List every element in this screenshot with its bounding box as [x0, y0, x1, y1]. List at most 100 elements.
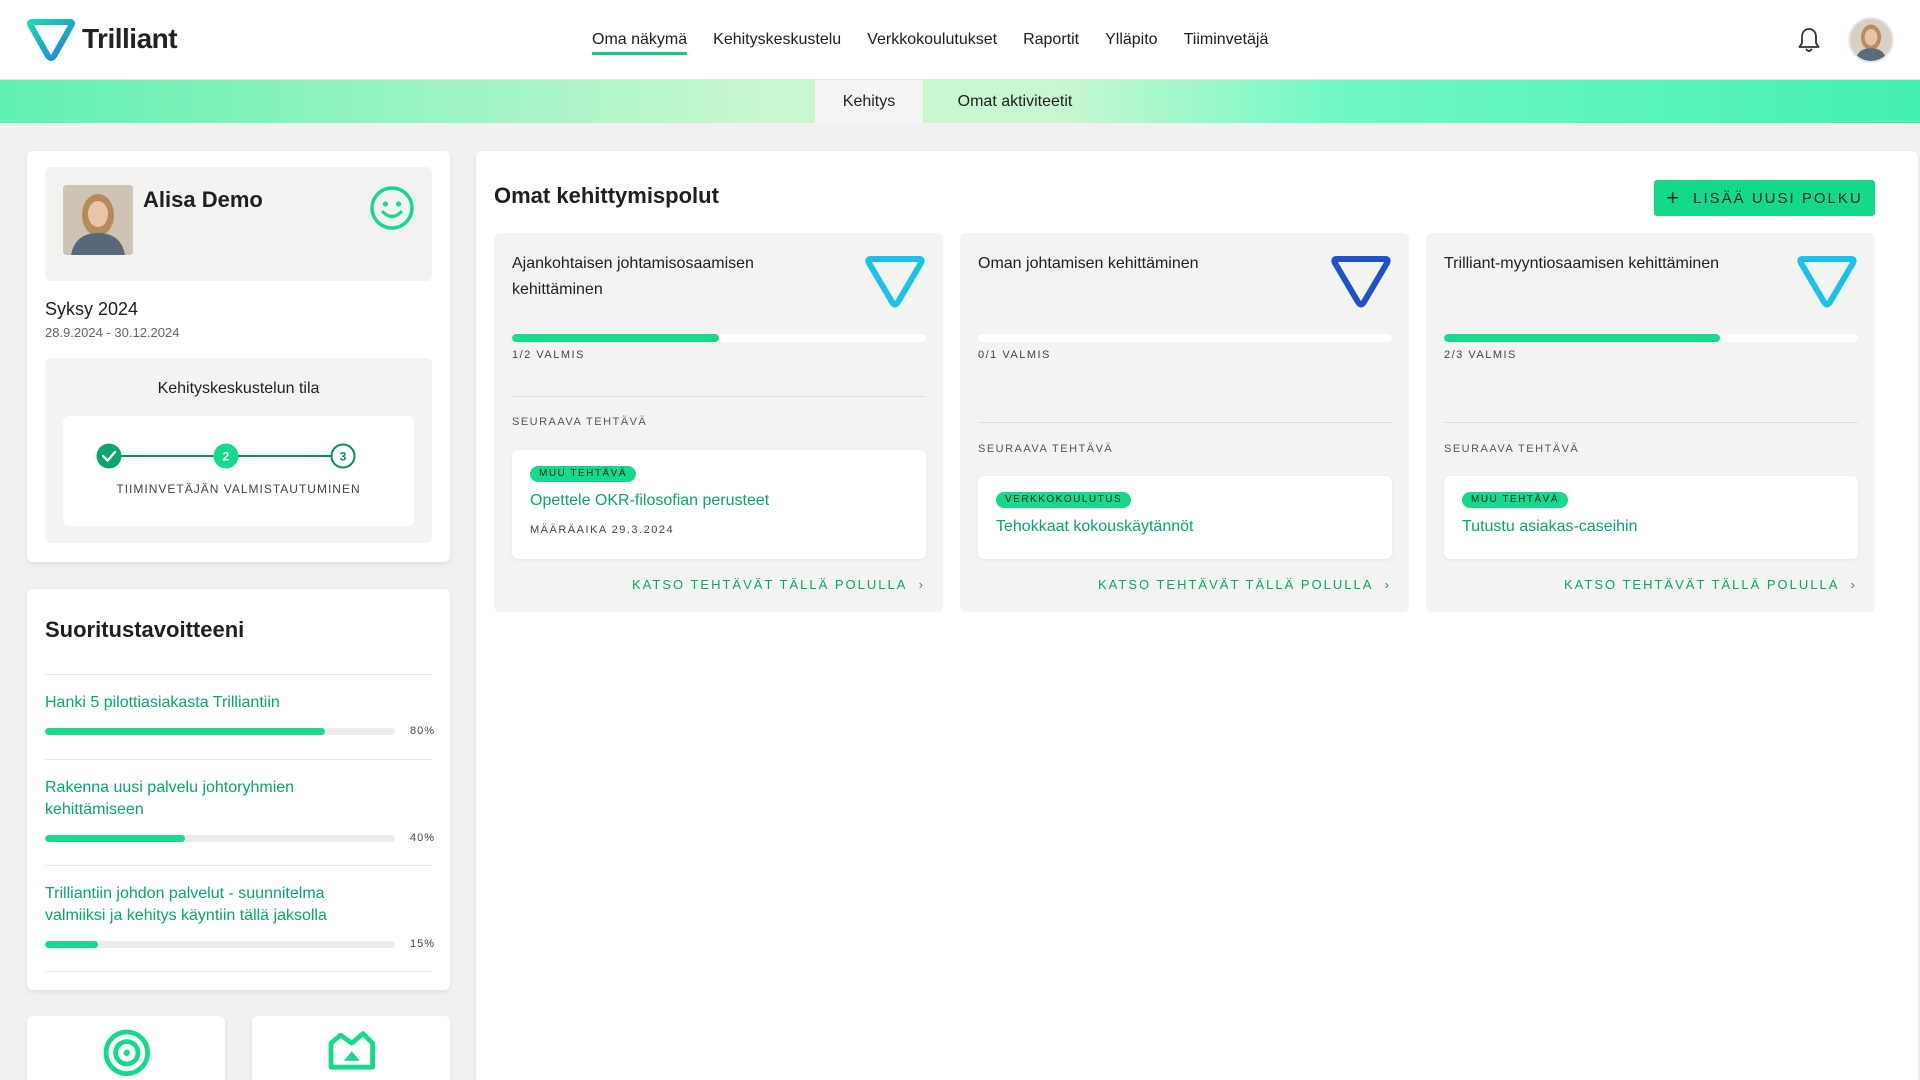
goals-divider: [45, 674, 432, 675]
chevron-right-icon: ›: [1850, 577, 1857, 592]
profile-header: Alisa Demo: [45, 167, 432, 281]
goals-divider: [45, 865, 432, 866]
target-icon: [103, 1029, 150, 1076]
current-step-caption: TIIMINVETÄJÄN VALMISTAUTUMINEN: [116, 482, 361, 496]
profile-card: Alisa Demo Syksy 2024 28.9.2024 - 30.12.…: [27, 151, 450, 562]
task-type-badge: MUU TEHTÄVÄ: [1462, 492, 1568, 508]
main-nav: Oma näkymä Kehityskeskustelu Verkkokoulu…: [592, 0, 1268, 80]
tab-kehitys[interactable]: Kehitys: [815, 80, 923, 123]
path-card: Trilliant-myyntiosaamisen kehittäminen 2…: [1426, 233, 1875, 612]
see-path-tasks-label: KATSO TEHTÄVÄT TÄLLÄ POLULLA: [1564, 577, 1840, 592]
task-due-date: MÄÄRÄAIKA 29.3.2024: [530, 524, 675, 536]
goal-progress-bar: [45, 941, 395, 948]
goals-divider: [45, 759, 432, 760]
target-card[interactable]: [27, 1016, 225, 1080]
path-logo-icon: [865, 256, 925, 308]
path-count: 0/1 VALMIS: [978, 349, 1051, 361]
chevron-right-icon: ›: [1384, 577, 1391, 592]
goal-progress-fill: [45, 835, 185, 842]
profile-photo: [63, 185, 133, 255]
path-title: Ajankohtaisen johtamisosaamisen kehittäm…: [512, 255, 754, 298]
nav-item-tiiminvetaja[interactable]: Tiiminvetäjä: [1184, 0, 1269, 80]
step-3-label: 3: [340, 450, 347, 464]
paths-title: Omat kehittymispolut: [494, 183, 719, 208]
path-card: Oman johtamisen kehittäminen 0/1 VALMIS …: [960, 233, 1409, 612]
brand-logo[interactable]: Trilliant: [26, 16, 178, 62]
nav-item-raportit[interactable]: Raportit: [1023, 0, 1079, 80]
nav-item-kehityskeskustelu[interactable]: Kehityskeskustelu: [713, 0, 841, 80]
goals-title: Suoritustavoitteeni: [45, 617, 245, 642]
discussion-status-title: Kehityskeskustelun tila: [157, 380, 320, 397]
next-task-label: SEURAAVA TEHTÄVÄ: [512, 416, 648, 428]
goal-percent: 80%: [409, 725, 435, 737]
goal-progress-fill: [45, 728, 325, 735]
bell-icon[interactable]: [1796, 26, 1822, 54]
step-2-label: 2: [223, 450, 230, 464]
goal-percent: 15%: [409, 938, 435, 950]
subnav-band: Kehitys Omat aktiviteetit: [0, 80, 1920, 123]
see-path-tasks-link[interactable]: KATSO TEHTÄVÄT TÄLLÄ POLULLA ›: [1564, 577, 1857, 592]
nav-item-verkkokoulutukset[interactable]: Verkkokoulutukset: [867, 0, 997, 80]
task-type-badge: VERKKOKOULUTUS: [996, 492, 1132, 508]
path-divider: [1444, 422, 1858, 423]
next-task-card[interactable]: MUU TEHTÄVÄ Tutustu asiakas-caseihin: [1444, 476, 1858, 559]
task-title[interactable]: Tehokkaat kokouskäytännöt: [996, 518, 1193, 536]
path-divider: [512, 396, 926, 397]
chevron-right-icon: ›: [918, 577, 925, 592]
path-title: Oman johtamisen kehittäminen: [978, 255, 1199, 272]
goals-card: Suoritustavoitteeni Hanki 5 pilottiasiak…: [27, 589, 450, 990]
crown-icon: [328, 1031, 375, 1070]
status-steps-panel: 2 3 TIIMINVETÄJÄN VALMISTAUTUMINEN: [63, 416, 414, 526]
goal-percent: 40%: [409, 832, 435, 844]
tab-omat-aktiviteetit[interactable]: Omat aktiviteetit: [930, 80, 1100, 123]
path-card: Ajankohtaisen johtamisosaamisen kehittäm…: [494, 233, 943, 612]
smiley-icon[interactable]: [369, 185, 415, 231]
user-portrait-icon: [1850, 19, 1892, 61]
plus-icon: +: [1666, 185, 1682, 210]
top-navigation-bar: Trilliant Oma näkymä Kehityskeskustelu V…: [0, 0, 1920, 80]
goal-link[interactable]: Rakenna uusi palvelu johtoryhmien kehitt…: [45, 777, 345, 821]
brand-name: Trilliant: [82, 23, 178, 54]
add-path-button[interactable]: + LISÄÄ UUSI POLKU: [1654, 180, 1875, 216]
step-2-current: 2: [213, 443, 239, 469]
crown-card[interactable]: [252, 1016, 450, 1080]
path-progress-bar: [512, 334, 926, 342]
task-title[interactable]: Opettele OKR-filosofian perusteet: [530, 492, 769, 510]
trilliant-logo-icon: [27, 19, 75, 61]
season-dates: 28.9.2024 - 30.12.2024: [45, 325, 180, 340]
discussion-status-box: Kehityskeskustelun tila 2 3 TIIMINVETÄJÄ…: [45, 358, 432, 543]
path-logo-icon: [1797, 256, 1857, 308]
next-task-card[interactable]: VERKKOKOULUTUS Tehokkaat kokouskäytännöt: [978, 476, 1392, 559]
goal-link[interactable]: Hanki 5 pilottiasiakasta Trilliantiin: [45, 692, 345, 714]
season-title: Syksy 2024: [45, 299, 139, 319]
path-progress-bar: [1444, 334, 1858, 342]
goals-divider: [45, 971, 432, 972]
profile-portrait-icon: [63, 185, 133, 255]
step-3-upcoming: 3: [330, 443, 356, 469]
path-progress-fill: [1444, 334, 1721, 342]
user-avatar[interactable]: [1848, 17, 1894, 63]
path-title: Trilliant-myyntiosaamisen kehittäminen: [1444, 255, 1720, 272]
goal-link[interactable]: Trilliantiin johdon palvelut - suunnitel…: [45, 883, 345, 927]
path-progress-bar: [978, 334, 1392, 342]
status-stepper: 2 3: [96, 443, 356, 469]
step-1-done-icon: [96, 443, 122, 469]
next-task-label: SEURAAVA TEHTÄVÄ: [1444, 443, 1580, 455]
path-logo-icon: [1331, 256, 1391, 308]
task-type-badge: MUU TEHTÄVÄ: [530, 466, 636, 482]
task-title[interactable]: Tutustu asiakas-caseihin: [1462, 518, 1638, 536]
path-divider: [978, 422, 1392, 423]
next-task-label: SEURAAVA TEHTÄVÄ: [978, 443, 1114, 455]
path-count: 1/2 VALMIS: [512, 349, 585, 361]
goal-progress-bar: [45, 728, 395, 735]
see-path-tasks-link[interactable]: KATSO TEHTÄVÄT TÄLLÄ POLULLA ›: [1098, 577, 1391, 592]
nav-item-oma-nakyma[interactable]: Oma näkymä: [592, 0, 688, 80]
next-task-card[interactable]: MUU TEHTÄVÄ Opettele OKR-filosofian peru…: [512, 450, 926, 559]
nav-item-yllapito[interactable]: Ylläpito: [1105, 0, 1157, 80]
goal-progress-bar: [45, 835, 395, 842]
path-progress-fill: [512, 334, 719, 342]
see-path-tasks-link[interactable]: KATSO TEHTÄVÄT TÄLLÄ POLULLA ›: [632, 577, 925, 592]
see-path-tasks-label: KATSO TEHTÄVÄT TÄLLÄ POLULLA: [632, 577, 908, 592]
see-path-tasks-label: KATSO TEHTÄVÄT TÄLLÄ POLULLA: [1098, 577, 1374, 592]
add-path-button-label: LISÄÄ UUSI POLKU: [1693, 189, 1863, 207]
